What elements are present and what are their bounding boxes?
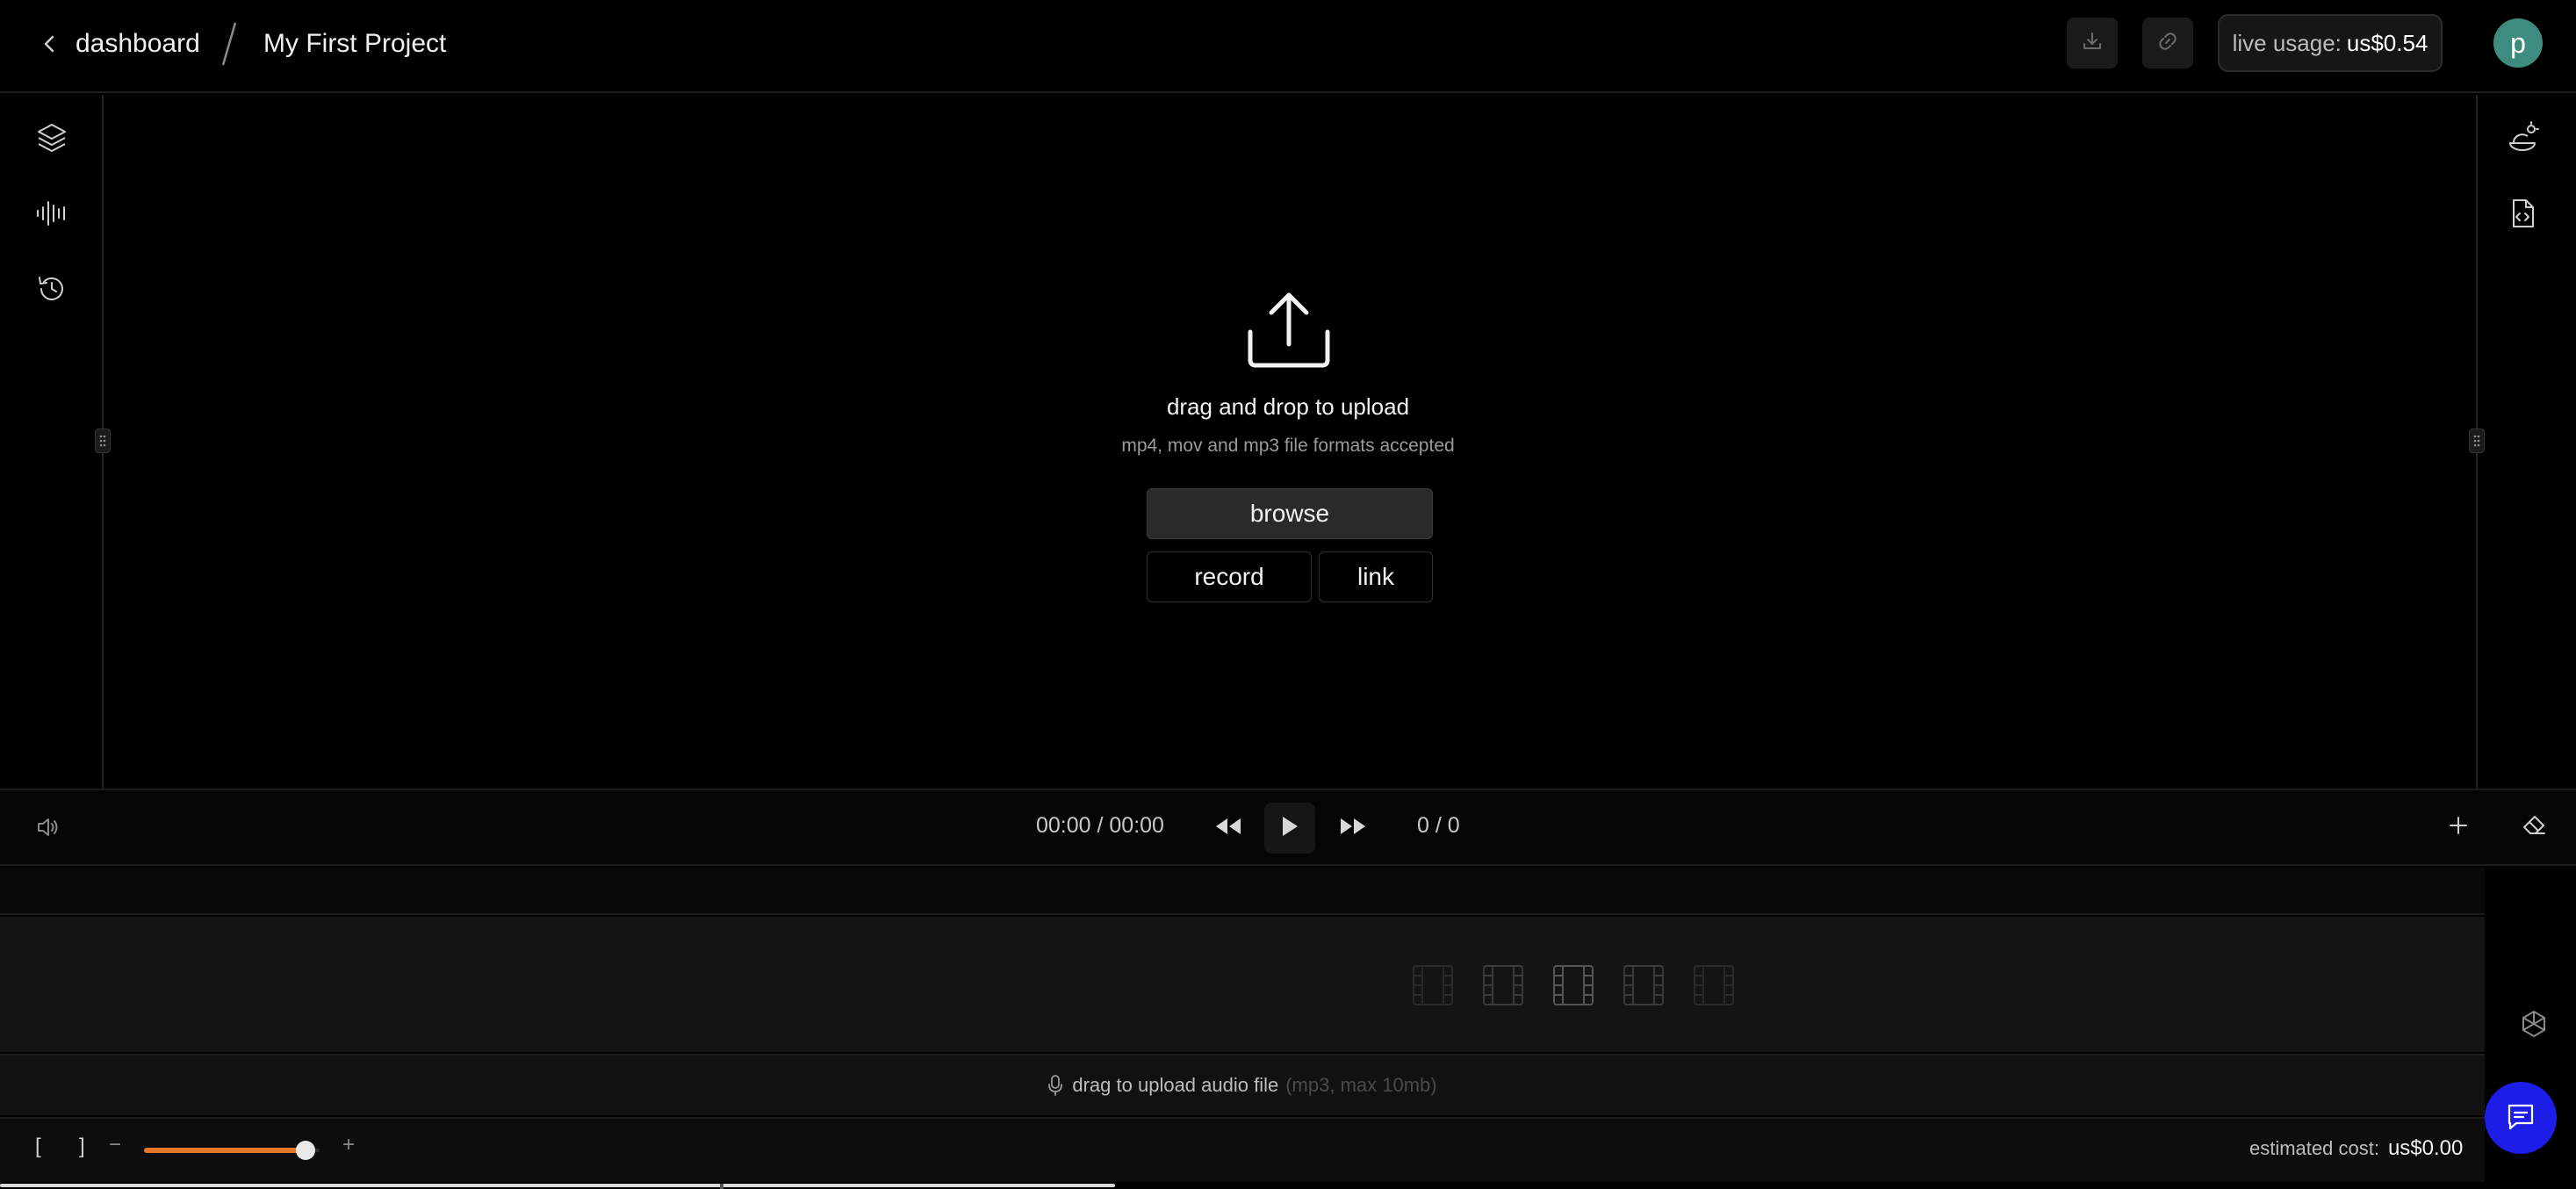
- film-frame-icon: [1482, 964, 1524, 1006]
- audio-track-dropzone[interactable]: drag to upload audio file (mp3, max 10mb…: [0, 1054, 2485, 1115]
- zoom-slider[interactable]: [144, 1140, 320, 1161]
- breadcrumb-separator: [219, 19, 237, 68]
- clip-counter: 0 / 0: [1417, 813, 1460, 838]
- playback-time: 00:00 / 00:00: [1036, 813, 1164, 838]
- add-track-button[interactable]: [2441, 810, 2476, 845]
- film-frame-icon: [1552, 964, 1594, 1006]
- zoom-slider-fill: [144, 1148, 306, 1153]
- play-icon: [1280, 815, 1299, 842]
- left-panel-resize-handle[interactable]: [95, 429, 111, 453]
- link-button[interactable]: link: [1319, 551, 1433, 602]
- breadcrumb-dashboard-link[interactable]: dashboard: [76, 25, 200, 63]
- back-chevron-icon[interactable]: [35, 26, 63, 61]
- live-usage-badge[interactable]: live usage: us$0.54: [2218, 14, 2443, 72]
- openai-logo-icon[interactable]: [2516, 1006, 2551, 1041]
- video-track[interactable]: [0, 917, 2485, 1052]
- film-frame-icon: [1623, 964, 1665, 1006]
- upload-formats-hint: mp4, mov and mp3 file formats accepted: [1121, 436, 1455, 456]
- eraser-button[interactable]: [2516, 810, 2551, 845]
- scrollbar-thumb[interactable]: [0, 1184, 1115, 1187]
- download-icon: [2081, 30, 2104, 57]
- share-link-button[interactable]: [2142, 18, 2193, 68]
- audio-upload-hint: drag to upload audio file: [1072, 1074, 1279, 1096]
- zoom-in-button[interactable]: +: [342, 1133, 355, 1157]
- play-button[interactable]: [1264, 803, 1315, 854]
- microphone-icon: [1047, 1074, 1063, 1097]
- browse-button[interactable]: browse: [1147, 488, 1433, 539]
- chat-icon: [2506, 1102, 2536, 1135]
- upload-title: drag and drop to upload: [1166, 393, 1410, 420]
- live-usage-value: us$0.54: [2346, 29, 2428, 56]
- chat-button[interactable]: [2485, 1082, 2557, 1154]
- estimated-cost-value: us$0.00: [2387, 1136, 2464, 1160]
- fast-forward-button[interactable]: [1335, 810, 1371, 847]
- volume-icon[interactable]: [32, 811, 63, 843]
- rewind-button[interactable]: [1210, 810, 1247, 847]
- audio-waveform-icon[interactable]: [30, 191, 74, 235]
- zoom-slider-thumb[interactable]: [296, 1141, 315, 1160]
- rewind-icon: [1214, 817, 1242, 840]
- ai-avatar-icon[interactable]: [2500, 116, 2544, 160]
- user-avatar[interactable]: p: [2493, 18, 2543, 68]
- file-code-icon[interactable]: [2500, 191, 2544, 235]
- estimated-cost: estimated cost: us$0.00: [2249, 1136, 2463, 1161]
- eraser-icon: [2522, 814, 2546, 841]
- download-button[interactable]: [2067, 18, 2118, 68]
- zoom-out-button[interactable]: −: [109, 1133, 121, 1157]
- timeline-footer: [0, 1117, 2485, 1189]
- project-title: My First Project: [263, 29, 447, 58]
- right-panel-resize-handle[interactable]: [2469, 429, 2485, 453]
- layers-icon[interactable]: [30, 116, 74, 160]
- scrollbar-marker: [720, 1184, 723, 1189]
- history-icon[interactable]: [30, 267, 74, 311]
- link-icon: [2155, 29, 2180, 58]
- bracket-open-button[interactable]: [: [35, 1135, 41, 1159]
- plus-icon: [2449, 816, 2468, 840]
- audio-upload-limits: (mp3, max 10mb): [1285, 1074, 1437, 1096]
- horizontal-scrollbar[interactable]: [0, 1182, 2576, 1189]
- film-frame-icon: [1412, 964, 1454, 1006]
- timeline-ruler[interactable]: [0, 868, 2485, 915]
- estimated-cost-label: estimated cost:: [2249, 1137, 2379, 1159]
- bracket-close-button[interactable]: ]: [79, 1135, 85, 1159]
- film-frame-icon: [1693, 964, 1735, 1006]
- live-usage-label: live usage:: [2232, 29, 2342, 56]
- fast-forward-icon: [1339, 817, 1367, 840]
- upload-icon: [1245, 286, 1333, 374]
- record-button[interactable]: record: [1147, 551, 1312, 602]
